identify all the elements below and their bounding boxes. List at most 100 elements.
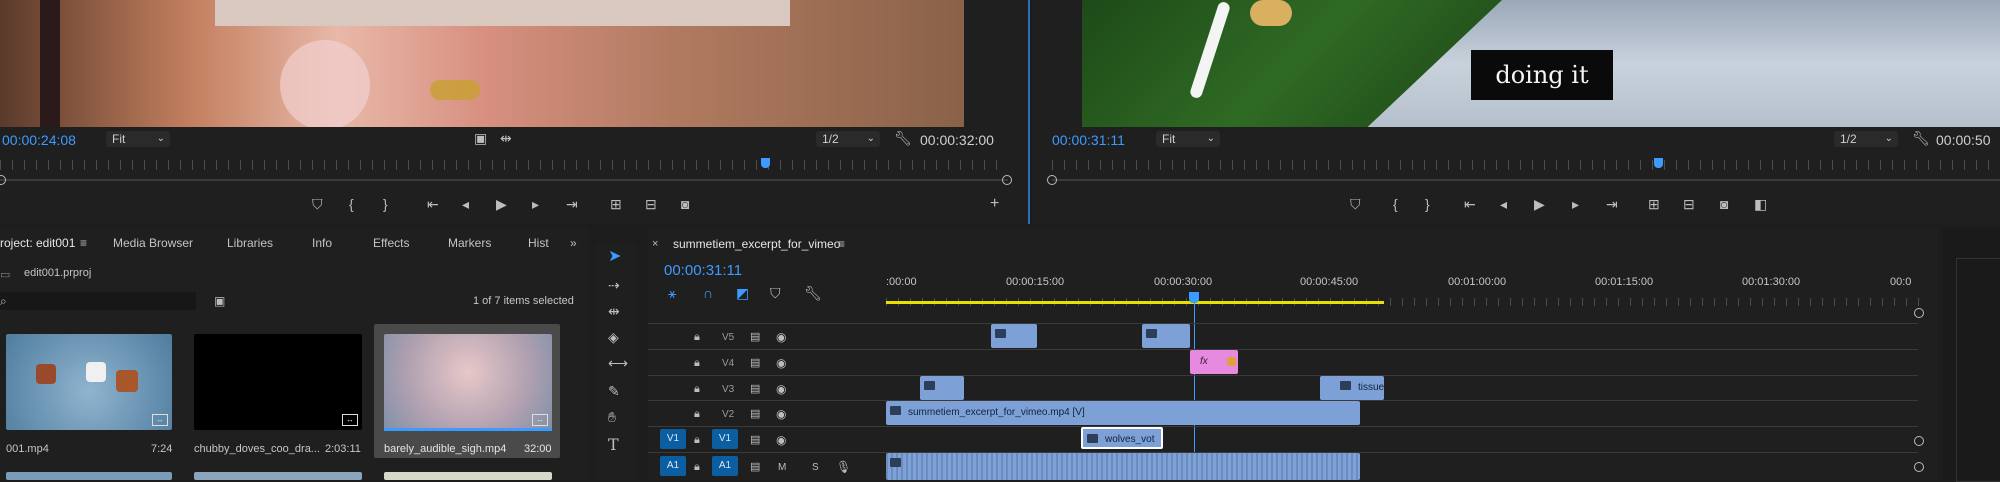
eye-icon[interactable]: ◉ bbox=[776, 330, 786, 344]
lock-icon[interactable]: 🔒︎ bbox=[694, 356, 700, 370]
tab-effects[interactable]: Effects bbox=[373, 236, 409, 250]
hand-tool-icon[interactable]: ✋︎ bbox=[608, 410, 616, 424]
scroll-handle-icon[interactable] bbox=[1914, 436, 1924, 446]
wrench-icon[interactable]: 🔧︎ bbox=[894, 131, 912, 145]
step-forward-icon[interactable]: ▸ bbox=[1572, 197, 1579, 211]
overwrite-icon[interactable]: ⊟ bbox=[645, 197, 657, 211]
sync-lock-icon[interactable]: ▤ bbox=[750, 433, 760, 447]
source-playhead[interactable] bbox=[761, 158, 770, 168]
clip-v4-adjustment[interactable]: fx bbox=[1190, 350, 1238, 374]
scroll-handle-icon[interactable] bbox=[1914, 308, 1924, 318]
source-scrub-bar[interactable] bbox=[0, 179, 1008, 181]
insert-icon[interactable]: ⊞ bbox=[610, 197, 622, 211]
slip-tool-icon[interactable]: ⟷ bbox=[608, 356, 628, 370]
tab-info[interactable]: Info bbox=[312, 236, 332, 250]
track-target-v1[interactable]: V1 bbox=[712, 429, 738, 449]
drop-frame-icon[interactable]: ▣ bbox=[474, 131, 487, 145]
sequence-tab[interactable]: summetiem_excerpt_for_vimeo bbox=[673, 237, 840, 251]
selection-tool-icon[interactable]: ➤ bbox=[608, 249, 621, 265]
sync-lock-icon[interactable]: ▤ bbox=[750, 407, 760, 421]
source-patch-a1[interactable]: A1 bbox=[660, 456, 686, 476]
eye-icon[interactable]: ◉ bbox=[776, 356, 786, 370]
nest-icon[interactable]: ⚹ bbox=[668, 286, 676, 300]
microphone-icon[interactable]: 🎙︎ bbox=[836, 460, 851, 474]
mark-out-icon[interactable]: } bbox=[1425, 197, 1430, 211]
go-to-in-icon[interactable]: ⇤ bbox=[427, 197, 439, 211]
close-icon[interactable]: × bbox=[652, 237, 658, 251]
clip-v3[interactable] bbox=[920, 376, 964, 400]
step-back-icon[interactable]: ◂ bbox=[1500, 197, 1507, 211]
new-bin-icon[interactable]: ▣ bbox=[214, 294, 225, 308]
pen-tool-icon[interactable]: ✎ bbox=[608, 384, 620, 398]
mark-out-icon[interactable]: } bbox=[383, 197, 388, 211]
go-to-out-icon[interactable]: ⇥ bbox=[1606, 197, 1618, 211]
search-input[interactable]: ⌕ bbox=[0, 292, 196, 310]
track-target-a1[interactable]: A1 bbox=[712, 456, 738, 476]
track-select-tool-icon[interactable]: ⇢ bbox=[608, 278, 620, 292]
timeline-timecode[interactable]: 00:00:31:11 bbox=[664, 262, 742, 279]
eye-icon[interactable]: ◉ bbox=[776, 407, 786, 421]
scroll-handle-icon[interactable] bbox=[1047, 175, 1057, 185]
sync-lock-icon[interactable]: ▤ bbox=[750, 356, 760, 370]
tab-media-browser[interactable]: Media Browser bbox=[113, 236, 193, 250]
program-resolution-dropdown[interactable]: 1/2 ⌄ bbox=[1834, 131, 1898, 147]
project-item-thumbnail[interactable] bbox=[384, 472, 552, 480]
panel-menu-icon[interactable]: ≡ bbox=[838, 237, 845, 251]
tab-project[interactable]: roject: edit001 bbox=[0, 236, 75, 250]
program-playhead[interactable] bbox=[1654, 158, 1663, 168]
add-marker-icon[interactable]: ⛉ bbox=[1350, 197, 1361, 211]
play-icon[interactable]: ▶ bbox=[496, 197, 507, 211]
scroll-handle-icon[interactable] bbox=[1914, 462, 1924, 472]
mark-in-icon[interactable]: { bbox=[349, 197, 354, 211]
mark-in-icon[interactable]: { bbox=[1393, 197, 1398, 211]
source-patch-v1[interactable]: V1 bbox=[660, 429, 686, 449]
type-tool-icon[interactable]: T bbox=[608, 437, 619, 453]
lock-icon[interactable]: 🔒︎ bbox=[694, 460, 700, 474]
project-item-thumbnail[interactable]: ↔ bbox=[6, 334, 172, 430]
solo-button[interactable]: S bbox=[812, 462, 819, 473]
mute-button[interactable]: M bbox=[778, 462, 786, 473]
add-marker-icon[interactable]: ⛉ bbox=[770, 286, 781, 300]
razor-tool-icon[interactable]: ◈ bbox=[608, 330, 619, 344]
project-item-thumbnail[interactable]: ↔ bbox=[194, 334, 362, 430]
program-scrub-bar[interactable] bbox=[1052, 179, 2000, 181]
sync-lock-icon[interactable]: ▤ bbox=[750, 460, 760, 474]
clip-v2-main[interactable]: summetiem_excerpt_for_vimeo.mp4 [V] bbox=[886, 401, 1360, 425]
panel-menu-icon[interactable]: ≡ bbox=[80, 236, 87, 250]
extract-icon[interactable]: ⊟ bbox=[1683, 197, 1695, 211]
scroll-handle-icon[interactable] bbox=[1002, 175, 1012, 185]
lock-icon[interactable]: 🔒︎ bbox=[694, 433, 700, 447]
scroll-handle-icon[interactable] bbox=[0, 175, 6, 185]
clip-a1-audio[interactable] bbox=[886, 453, 1360, 480]
snap-icon[interactable]: ∩ bbox=[703, 286, 713, 300]
linked-selection-icon[interactable]: ◩ bbox=[736, 286, 749, 300]
more-tabs-icon[interactable]: » bbox=[570, 236, 577, 250]
project-item-thumbnail[interactable]: ↔ bbox=[384, 334, 552, 430]
eye-icon[interactable]: ◉ bbox=[776, 433, 786, 447]
source-zoom-dropdown[interactable]: Fit ⌄ bbox=[106, 131, 170, 147]
camera-icon[interactable]: ◙ bbox=[1720, 197, 1728, 211]
lock-icon[interactable]: 🔒︎ bbox=[694, 407, 700, 421]
camera-icon[interactable]: ◙ bbox=[681, 197, 689, 211]
source-resolution-dropdown[interactable]: 1/2 ⌄ bbox=[816, 131, 880, 147]
tab-history[interactable]: Hist bbox=[528, 236, 549, 250]
source-time-ruler[interactable] bbox=[0, 160, 1008, 170]
work-area-bar[interactable] bbox=[886, 301, 1384, 304]
program-zoom-dropdown[interactable]: Fit ⌄ bbox=[1156, 131, 1220, 147]
sync-lock-icon[interactable]: ▤ bbox=[750, 330, 760, 344]
project-item-thumbnail[interactable] bbox=[194, 472, 362, 480]
lock-icon[interactable]: 🔒︎ bbox=[694, 382, 700, 396]
program-time-ruler[interactable] bbox=[1052, 160, 2000, 170]
go-to-out-icon[interactable]: ⇥ bbox=[566, 197, 578, 211]
lift-icon[interactable]: ⊞ bbox=[1648, 197, 1660, 211]
lock-icon[interactable]: 🔒︎ bbox=[694, 330, 700, 344]
wrench-icon[interactable]: 🔧︎ bbox=[1912, 131, 1930, 145]
plus-icon[interactable]: + bbox=[990, 196, 999, 212]
comparison-view-icon[interactable]: ◧ bbox=[1754, 197, 1767, 211]
go-to-in-icon[interactable]: ⇤ bbox=[1464, 197, 1476, 211]
wrench-icon[interactable]: 🔧︎ bbox=[804, 286, 822, 300]
clip-v5[interactable] bbox=[1142, 324, 1190, 348]
project-item-thumbnail[interactable] bbox=[6, 472, 172, 480]
clip-v3-tissue[interactable]: tissue bbox=[1320, 376, 1384, 400]
program-current-timecode[interactable]: 00:00:31:11 bbox=[1052, 132, 1125, 148]
